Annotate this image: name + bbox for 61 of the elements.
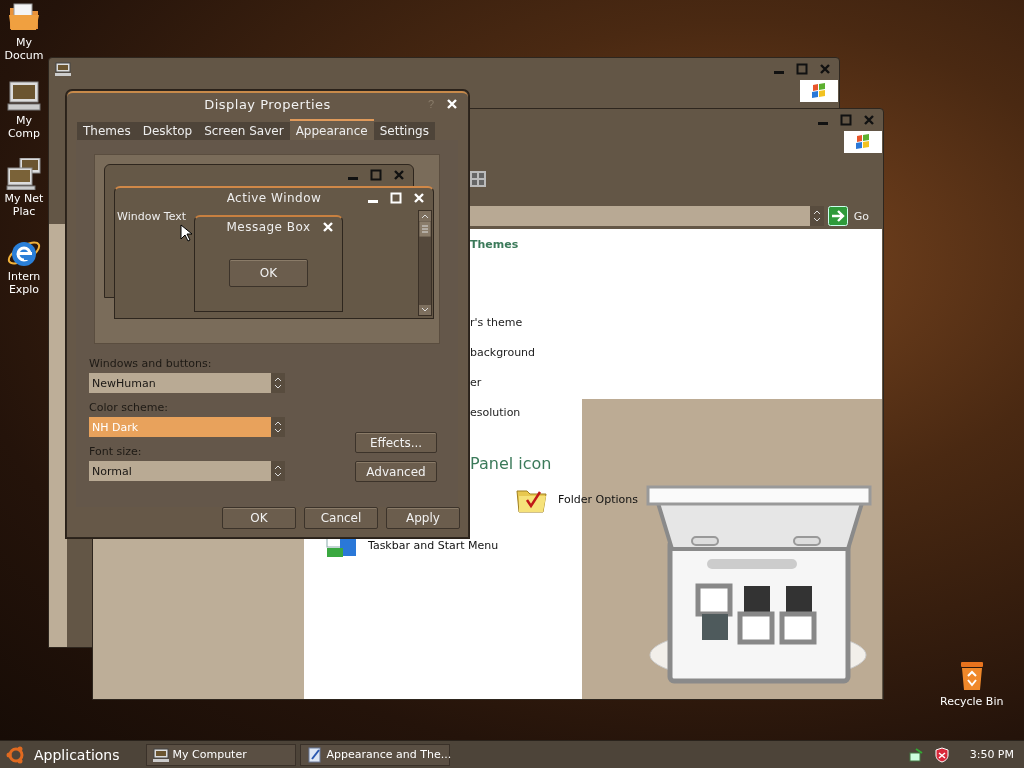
go-button[interactable]: Go <box>823 206 883 226</box>
desktop-icon-label[interactable]: Intern Explo <box>1 270 47 296</box>
tab[interactable]: Settings <box>373 122 435 140</box>
computer-icon[interactable] <box>6 80 42 112</box>
scrollbar[interactable] <box>418 210 432 316</box>
window-title: Message Box <box>226 220 311 234</box>
scroll-thumb[interactable] <box>419 221 431 237</box>
computer-icon <box>152 747 169 762</box>
tab[interactable]: Appearance <box>289 119 374 140</box>
dialog-button[interactable]: Effects... <box>355 432 437 453</box>
tab[interactable]: Screen Saver <box>198 122 290 140</box>
section-heading: Themes <box>470 238 519 251</box>
desktop-icon-label[interactable]: My Comp <box>1 114 47 140</box>
dialog-button[interactable]: Advanced <box>355 461 437 482</box>
task-link[interactable]: background <box>470 346 536 360</box>
scroll-down-icon[interactable] <box>419 305 431 315</box>
desktop-icon-label[interactable]: My Docum <box>1 36 47 62</box>
tab[interactable]: Desktop <box>136 122 199 140</box>
tab[interactable]: Themes <box>77 122 137 140</box>
dialog-button[interactable]: Apply <box>386 507 460 529</box>
maximize-icon[interactable] <box>370 169 382 181</box>
dropdown-arrows-icon[interactable] <box>271 417 285 437</box>
field-label: Color scheme: <box>89 401 169 414</box>
field-label: Windows and buttons: <box>89 357 213 370</box>
dialog-button[interactable]: Cancel <box>304 507 378 529</box>
applications-menu[interactable]: Applications <box>4 744 142 765</box>
ok-button[interactable]: OK <box>229 259 308 287</box>
window-title: Active Window <box>226 191 322 205</box>
windows-flag-logo <box>800 80 838 104</box>
close-icon[interactable] <box>393 169 405 181</box>
window-text: Window Text <box>117 210 187 223</box>
section-heading: Panel icon <box>470 454 552 473</box>
computer-icon <box>55 62 71 76</box>
window-title: Display Properties <box>204 96 331 112</box>
network-tray-icon[interactable] <box>907 746 924 763</box>
desktop-icon-label[interactable]: Recycle Bin <box>940 695 1004 708</box>
taskbar-button[interactable]: Appearance and The... <box>299 743 450 766</box>
dropdown-arrows-icon[interactable] <box>809 206 824 226</box>
address-field[interactable] <box>469 206 824 226</box>
control-panel-item[interactable]: Taskbar and Start Menu <box>368 538 499 552</box>
control-panel-item[interactable]: Folder Options <box>558 492 638 506</box>
dialog-button[interactable]: OK <box>222 507 296 529</box>
document-brush-icon <box>306 746 323 763</box>
scroll-up-icon[interactable] <box>419 211 431 221</box>
desktop-icon-label[interactable]: My Net Plac <box>1 192 47 218</box>
shield-icon[interactable] <box>933 746 950 763</box>
dropdown[interactable]: Normal <box>89 461 285 481</box>
taskbar-button[interactable]: My Computer <box>145 743 296 766</box>
dropdown[interactable]: NewHuman <box>89 373 285 393</box>
mouse-pointer-icon <box>180 224 192 242</box>
task-link[interactable]: r's theme <box>470 316 523 330</box>
dropdown-arrows-icon[interactable] <box>271 373 285 393</box>
go-arrow-icon <box>827 206 848 226</box>
field-label: Font size: <box>89 445 143 458</box>
task-link[interactable]: esolution <box>470 406 521 420</box>
task-link[interactable]: er <box>470 376 482 390</box>
network-computers-icon[interactable] <box>6 158 42 190</box>
dropdown-arrows-icon[interactable] <box>271 461 285 481</box>
ubuntu-logo-icon <box>6 744 26 765</box>
windows-flag-logo <box>844 131 882 155</box>
clock[interactable]: 3:50 PM <box>969 748 1014 761</box>
